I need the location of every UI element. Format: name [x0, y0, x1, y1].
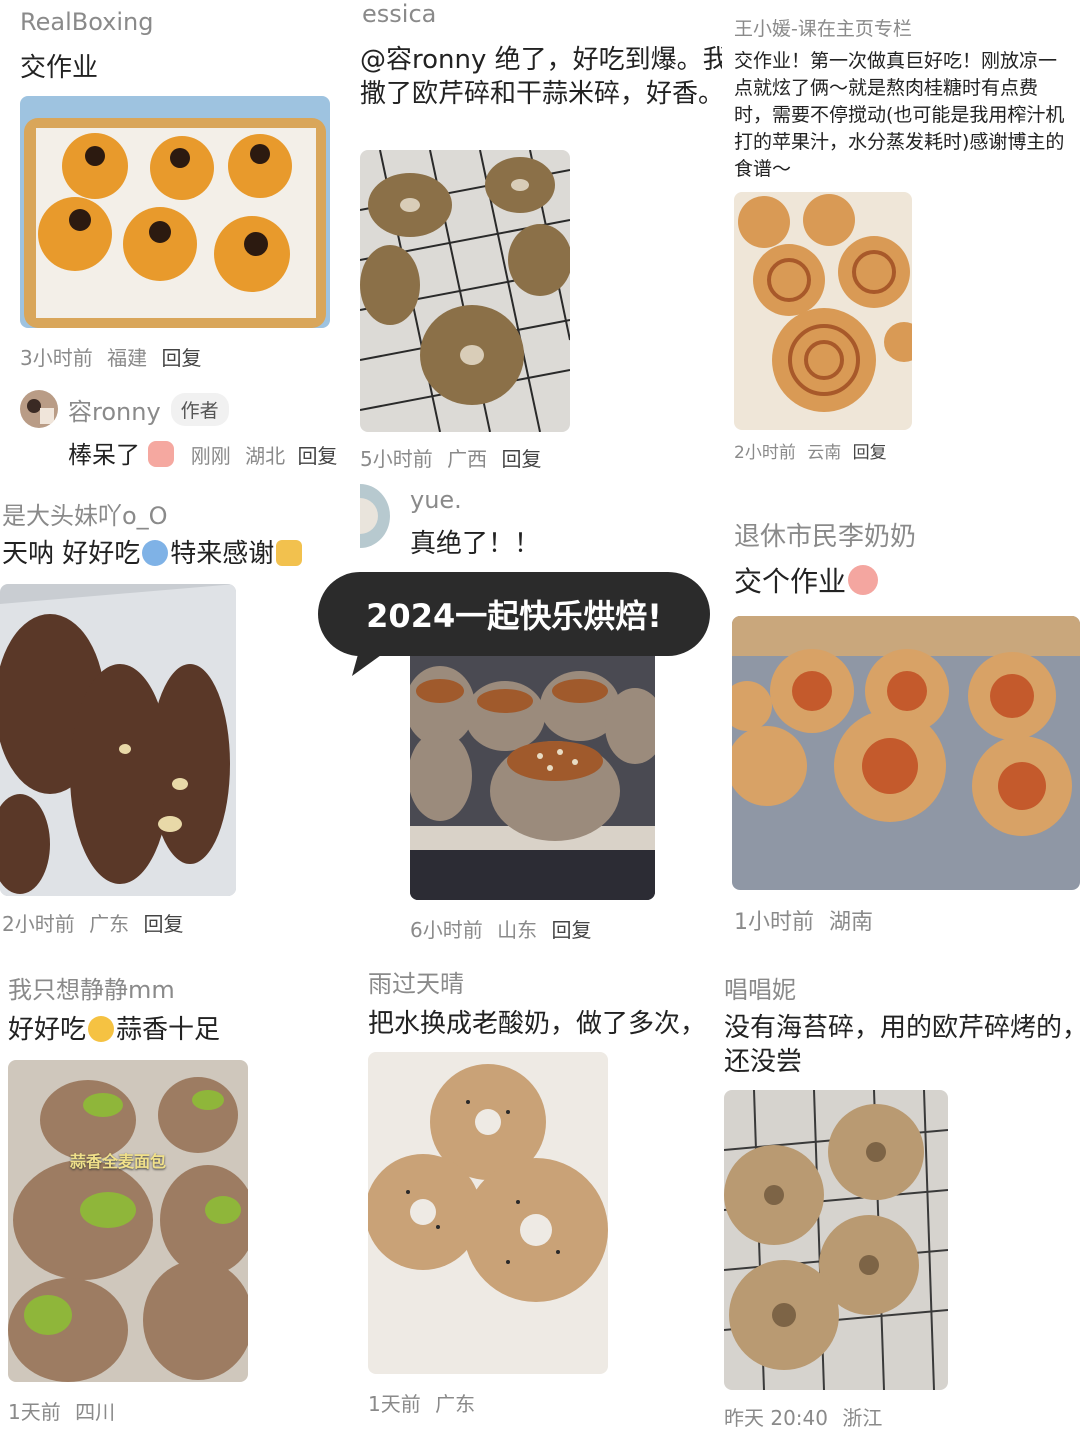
username[interactable]: 唱唱妮 [724, 970, 796, 1005]
comment-photo[interactable] [368, 1052, 608, 1374]
reply-button[interactable]: 回复 [853, 443, 887, 463]
comment-text: 交作业 [20, 53, 99, 83]
comment-text: 好好吃 蒜香十足 [8, 1012, 220, 1048]
location-label: 山东 [497, 918, 538, 942]
time-label: 1天前 [368, 1392, 421, 1416]
comment-meta: 5小时前 广西 回复 [360, 443, 541, 472]
location-label: 广东 [435, 1392, 476, 1416]
time-label: 刚刚 [190, 444, 231, 468]
comment-text-line: 交作业！第一次做真巨好吃！刚放凉一 [734, 50, 1058, 72]
username[interactable]: 王小媛-课在主页专栏 [734, 14, 912, 41]
peach-face-icon [848, 565, 879, 595]
comment-photo[interactable] [360, 150, 570, 432]
username[interactable]: 是大头妹吖o_O [2, 496, 168, 531]
comment-text-part: 蒜香十足 [116, 1015, 221, 1045]
comment-card: 唱唱妮 没有海苔碎，用的欧芹碎烤的， 还没尝 昨天 20:40 浙江 [722, 956, 1080, 1440]
comment-text-part: 特来感谢 [170, 539, 275, 569]
comment-card: 雨过天晴 把水换成老酸奶，做了多次， 1天前 广东 [362, 950, 722, 1440]
reply-button[interactable]: 回复 [161, 346, 201, 370]
comment-text-line: @容ronny 绝了，好吃到爆。我在 [360, 45, 722, 75]
yum-face-icon [88, 1016, 115, 1042]
reply-username[interactable]: 容ronny [68, 392, 161, 427]
time-label: 2小时前 [2, 912, 75, 936]
pray-hands-icon [276, 540, 303, 566]
username[interactable]: 我只想静静mm [8, 970, 175, 1005]
username[interactable]: 退休市民李奶奶 [734, 516, 916, 553]
time-label: 6小时前 [410, 918, 483, 942]
reply-content: 棒呆了 刚刚 湖北 回复 [68, 437, 337, 473]
crying-emoji-icon [142, 540, 169, 566]
username[interactable]: essica [362, 0, 436, 28]
time-label: 2小时前 [734, 443, 796, 463]
comment-photo[interactable] [724, 1090, 948, 1390]
username[interactable]: yue. [410, 486, 462, 514]
banner-bubble: 2024一起快乐烘焙! [318, 572, 710, 656]
comment-card: essica @容ronny 绝了，好吃到爆。我在 撒了欧芹碎和干蒜米碎，好香。… [360, 0, 722, 480]
comment-meta: 2小时前 广东 回复 [2, 908, 183, 937]
reply-thread: 容ronny 作者 [20, 390, 229, 428]
comment-photo[interactable] [734, 192, 912, 430]
comment-text: 把水换成老酸奶，做了多次， [368, 1009, 707, 1039]
location-label: 四川 [75, 1400, 116, 1424]
comment-photo[interactable] [0, 584, 236, 896]
time-label: 1小时前 [734, 910, 814, 935]
comment-photo[interactable] [20, 96, 330, 328]
comment-meta: 1天前 四川 [8, 1396, 115, 1425]
username[interactable]: 雨过天晴 [368, 964, 464, 999]
comment-meta: 6小时前 山东 回复 [410, 914, 591, 943]
location-label: 浙江 [842, 1406, 883, 1430]
comment-meta: 2小时前 云南 回复 [734, 438, 887, 463]
time-label: 昨天 20:40 [724, 1406, 828, 1430]
comment-photo[interactable]: 蒜香全麦面包 [8, 1060, 248, 1382]
comment-meta: 1小时前 湖南 [734, 904, 873, 936]
comment-meta: 3小时前 福建 回复 [20, 342, 201, 371]
comment-text-part: 交个作业 [734, 565, 847, 598]
avatar[interactable] [360, 484, 390, 548]
reply-button[interactable]: 回复 [551, 918, 591, 942]
reply-button[interactable]: 回复 [143, 912, 183, 936]
location-label: 云南 [807, 443, 842, 463]
avatar[interactable] [20, 390, 58, 428]
comment-card: 退休市民李奶奶 交个作业 1小时前 湖南 [732, 500, 1080, 950]
peace-hand-icon [148, 441, 175, 467]
username[interactable]: RealBoxing [20, 8, 153, 36]
comment-text-line: 食谱～ [734, 158, 792, 180]
location-label: 福建 [107, 346, 148, 370]
location-label: 广西 [447, 447, 488, 471]
time-label: 3小时前 [20, 346, 93, 370]
location-label: 湖北 [245, 444, 286, 468]
comment-text-line: 点就炫了俩～就是熬肉桂糖时有点费 [734, 77, 1039, 99]
time-label: 5小时前 [360, 447, 433, 471]
comment-photo[interactable] [732, 616, 1080, 890]
reply-button[interactable]: 回复 [297, 444, 337, 468]
comment-meta: 1天前 广东 [368, 1388, 475, 1417]
comment-text-part: 天呐 好好吃 [2, 539, 141, 569]
comment-meta: 昨天 20:40 浙江 [724, 1402, 882, 1431]
comment-text-line: 打的苹果汁，水分蒸发耗时)感谢博主的 [734, 131, 1065, 153]
comment-text: 交个作业 [734, 564, 880, 600]
comment-card: 我只想静静mm 好好吃 蒜香十足 蒜香全麦面包 1天前 四川 [0, 960, 352, 1440]
comment-text-line: 没有海苔碎，用的欧芹碎烤的， [724, 1013, 1080, 1043]
comment-card: 是大头妹吖o_O 天呐 好好吃 特来感谢 2小时前 广东 回复 [0, 490, 350, 940]
location-label: 广东 [89, 912, 130, 936]
time-label: 1天前 [8, 1400, 61, 1424]
location-label: 湖南 [829, 910, 874, 935]
comment-text-part: 好好吃 [8, 1015, 87, 1045]
comment-card: yue. 真绝了！！ 6小时前 山东 回复 [360, 480, 722, 950]
comment-text: 真绝了！！ [410, 529, 541, 559]
comment-card: 王小媛-课在主页专栏 交作业！第一次做真巨好吃！刚放凉一 点就炫了俩～就是熬肉桂… [732, 0, 1080, 470]
comment-text-line: 时，需要不停搅动(也可能是我用榨汁机 [734, 104, 1065, 126]
comment-text-line: 撒了欧芹碎和干蒜米碎，好香。 [360, 79, 722, 109]
author-badge: 作者 [170, 392, 229, 426]
photo-caption: 蒜香全麦面包 [70, 1152, 167, 1171]
reply-text: 棒呆了 [68, 441, 140, 469]
comment-card: RealBoxing 交作业 3小时前 福建 回复 容ronny 作者 棒呆了 … [0, 0, 350, 480]
comment-text-line: 还没尝 [724, 1047, 803, 1077]
reply-button[interactable]: 回复 [501, 447, 541, 471]
comment-text: 天呐 好好吃 特来感谢 [2, 536, 304, 572]
